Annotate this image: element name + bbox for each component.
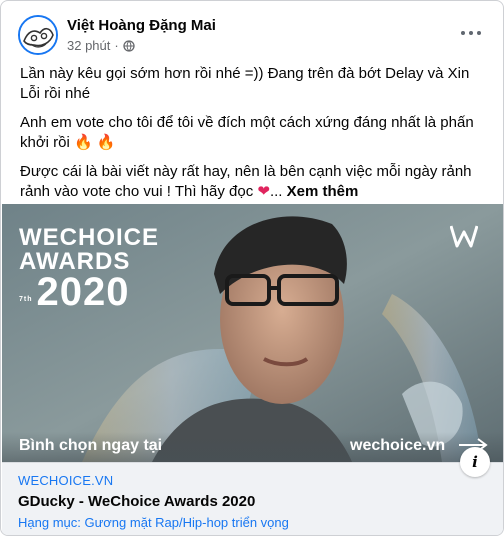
logo-year-line: 7th 2020: [19, 272, 159, 312]
more-options-icon[interactable]: [457, 23, 485, 43]
post-header: Việt Hoàng Đặng Mai 32 phút ·: [1, 1, 503, 61]
post-time[interactable]: 32 phút: [67, 38, 110, 53]
meta-separator: ·: [114, 38, 119, 53]
post-paragraph-3-text: Được cái là bài viết này rất hay, nên là…: [20, 163, 472, 200]
post-paragraph-2: Anh em vote cho tôi để tôi về đích một c…: [20, 113, 490, 153]
post-paragraph-1: Lần này kêu gọi sớm hơn rồi nhé =)) Đang…: [20, 65, 470, 102]
post-text: Lần này kêu gọi sớm hơn rồi nhé =)) Đang…: [20, 64, 490, 211]
logo-year: 2020: [36, 270, 130, 314]
avatar-image: [20, 17, 56, 53]
link-preview[interactable]: i WECHOICE.VN GDucky - WeChoice Awards 2…: [2, 447, 503, 535]
author-avatar[interactable]: [18, 15, 58, 55]
post-paragraph-3: Được cái là bài viết này rất hay, nên là…: [20, 162, 490, 202]
link-title[interactable]: GDucky - WeChoice Awards 2020: [18, 493, 255, 510]
wechoice-w-icon: [450, 225, 478, 248]
heart-emoji-icon: ❤: [257, 183, 270, 200]
facebook-post: Việt Hoàng Đặng Mai 32 phút · Lần này kê…: [0, 0, 504, 536]
fire-emoji-icon: 🔥: [96, 134, 116, 151]
vote-site-text: wechoice.vn: [350, 437, 446, 454]
vote-cta-text: Bình chọn ngay tại: [19, 437, 163, 454]
post-meta: 32 phút ·: [67, 38, 135, 53]
wechoice-logo: WECHOICE AWARDS 7th 2020: [19, 224, 159, 313]
logo-edition: 7th: [19, 296, 33, 303]
info-icon-button[interactable]: i: [460, 447, 490, 477]
author-name[interactable]: Việt Hoàng Đặng Mai: [67, 17, 216, 34]
post-image[interactable]: WECHOICE AWARDS 7th 2020 Bình chọn ngay t…: [2, 204, 503, 462]
ellipsis: ...: [269, 183, 283, 200]
link-domain: WECHOICE.VN: [18, 473, 114, 488]
see-more-link[interactable]: Xem thêm: [287, 183, 359, 200]
logo-line-1: WECHOICE: [19, 224, 159, 251]
fire-emoji-icon: 🔥: [74, 134, 93, 151]
link-description: Hạng mục: Gương mặt Rap/Hip-hop triển vọ…: [18, 515, 289, 530]
globe-icon[interactable]: [123, 39, 135, 52]
